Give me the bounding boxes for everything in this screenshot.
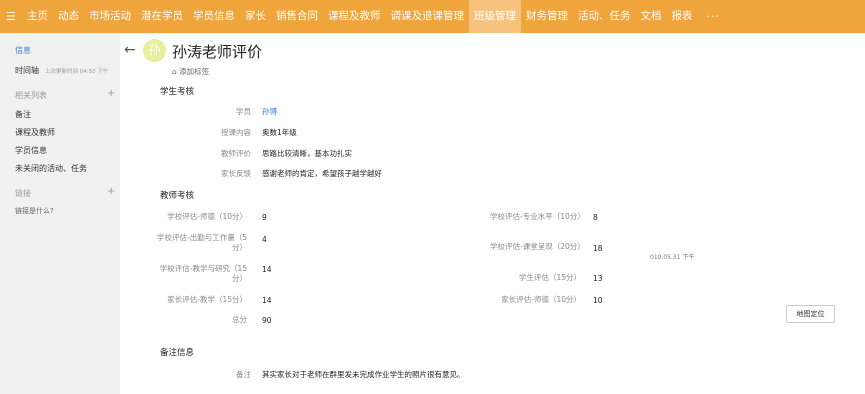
nav-item-reports[interactable]: 报表 bbox=[667, 0, 698, 33]
back-arrow-icon[interactable]: ← bbox=[124, 42, 136, 58]
parent-feedback-label: 家长反馈 bbox=[221, 169, 251, 178]
nav-item-courses[interactable]: 课程及教师 bbox=[323, 0, 386, 33]
sidebar-item-timeline[interactable]: 时间轴 上次更新时间 04:52 下午 bbox=[15, 65, 108, 76]
school-attendance-value: 4 bbox=[262, 235, 267, 244]
course-content-value: 奥数1年级 bbox=[262, 128, 297, 137]
course-content-label: 授课内容 bbox=[221, 128, 251, 137]
top-nav: ☰ 主页 动态 市场活动 潜在学员 学员信息 家长 销售合同 课程及教师 调课及… bbox=[0, 0, 865, 33]
notes-value: 其实家长对于老师在群里发未完成作业学生的照片很有意见。 bbox=[262, 370, 465, 379]
add-related-icon[interactable]: + bbox=[107, 88, 115, 99]
timeline-updated-text: 上次更新时间 04:52 下午 bbox=[45, 69, 109, 75]
parent-ethics-label: 家长评估-师德（10分） bbox=[501, 295, 581, 304]
nav-item-contracts[interactable]: 销售合同 bbox=[271, 0, 323, 33]
sidebar-item-courses[interactable]: 课程及教师 bbox=[15, 127, 55, 138]
nav-item-feed[interactable]: 动态 bbox=[53, 0, 84, 33]
teacher-comment-value: 思路比较清晰，基本功扎实 bbox=[262, 149, 352, 158]
notes-section-title: 备注信息 bbox=[160, 348, 195, 358]
add-tag-link[interactable]: ⌂ 添加标签 bbox=[172, 66, 209, 77]
sidebar-item-notes[interactable]: 备注 bbox=[15, 109, 31, 120]
student-section-title: 学生考核 bbox=[160, 87, 195, 97]
sidebar-item-timeline-label: 时间轴 bbox=[15, 66, 39, 75]
nav-item-home[interactable]: 主页 bbox=[22, 0, 53, 33]
timestamp-text: 010.05.31 下午 bbox=[650, 254, 695, 261]
school-skill-label: 学校评估-专业水平（10分） bbox=[490, 212, 585, 221]
school-classroom-value: 18 bbox=[593, 244, 603, 253]
nav-item-finance[interactable]: 财务管理 bbox=[521, 0, 573, 33]
parent-ethics-value: 10 bbox=[593, 296, 603, 305]
sidebar: 信息 时间轴 上次更新时间 04:52 下午 相关列表 + 备注 课程及教师 学员… bbox=[0, 33, 120, 394]
add-tag-label: 添加标签 bbox=[179, 67, 210, 76]
school-teaching-label: 学校评估-教学与研究（15分） bbox=[159, 264, 247, 283]
student-label: 学员 bbox=[236, 107, 251, 116]
sidebar-item-open-activities[interactable]: 未关闭的活动、任务 bbox=[15, 163, 87, 174]
tag-icon: ⌂ bbox=[172, 67, 177, 76]
student-value-link[interactable]: 孙博 bbox=[262, 106, 277, 117]
teacher-comment-label: 教师评价 bbox=[221, 149, 251, 158]
parent-teaching-value: 14 bbox=[262, 296, 272, 305]
nav-item-classes[interactable]: 班级管理 bbox=[469, 0, 521, 33]
page-title: 孙涛老师评价 bbox=[172, 43, 263, 61]
what-is-link[interactable]: 链接是什么? bbox=[15, 206, 54, 216]
school-ethics-value: 9 bbox=[262, 213, 267, 222]
hamburger-icon[interactable]: ☰ bbox=[0, 10, 22, 23]
nav-item-marketing[interactable]: 市场活动 bbox=[84, 0, 136, 33]
add-link-icon[interactable]: + bbox=[107, 186, 115, 197]
school-ethics-label: 学校评估-师德（10分） bbox=[167, 212, 247, 221]
nav-item-parents[interactable]: 家长 bbox=[240, 0, 271, 33]
nav-item-transfers[interactable]: 调课及退课管理 bbox=[386, 0, 470, 33]
more-icon[interactable]: ··· bbox=[698, 10, 730, 23]
school-teaching-value: 14 bbox=[262, 265, 272, 274]
school-skill-value: 8 bbox=[593, 213, 598, 222]
student-eval-value: 13 bbox=[593, 274, 603, 283]
parent-feedback-value: 感谢老师的肯定，希望孩子越学越好 bbox=[262, 169, 382, 178]
total-score-label: 总分 bbox=[232, 315, 247, 324]
related-list-heading: 相关列表 bbox=[15, 91, 47, 100]
nav-item-prospects[interactable]: 潜在学员 bbox=[136, 0, 188, 33]
links-heading: 链接 bbox=[15, 189, 31, 198]
school-attendance-label: 学校评估-出勤与工作量（5分） bbox=[157, 233, 247, 252]
sidebar-item-students[interactable]: 学员信息 bbox=[15, 145, 47, 156]
nav-item-students[interactable]: 学员信息 bbox=[188, 0, 240, 33]
nav-item-docs[interactable]: 文档 bbox=[636, 0, 667, 33]
parent-teaching-label: 家长评估-教学（15分） bbox=[167, 295, 247, 304]
notes-label: 备注 bbox=[236, 370, 251, 379]
school-classroom-label: 学校评估-课堂呈现（20分） bbox=[490, 242, 585, 251]
record-detail: ← 孙 孙涛老师评价 ⌂ 添加标签 学生考核 学员 孙博 授课内容 奥数1年级 … bbox=[120, 33, 865, 394]
teacher-section-title: 教师考核 bbox=[160, 191, 195, 201]
student-eval-label: 学生评估（15分） bbox=[518, 273, 581, 282]
avatar: 孙 bbox=[143, 39, 166, 62]
nav-item-activities[interactable]: 活动、任务 bbox=[573, 0, 636, 33]
map-locate-button[interactable]: 地图定位 bbox=[786, 305, 835, 323]
total-score-value: 90 bbox=[262, 316, 272, 325]
sidebar-item-info[interactable]: 信息 bbox=[15, 45, 31, 56]
